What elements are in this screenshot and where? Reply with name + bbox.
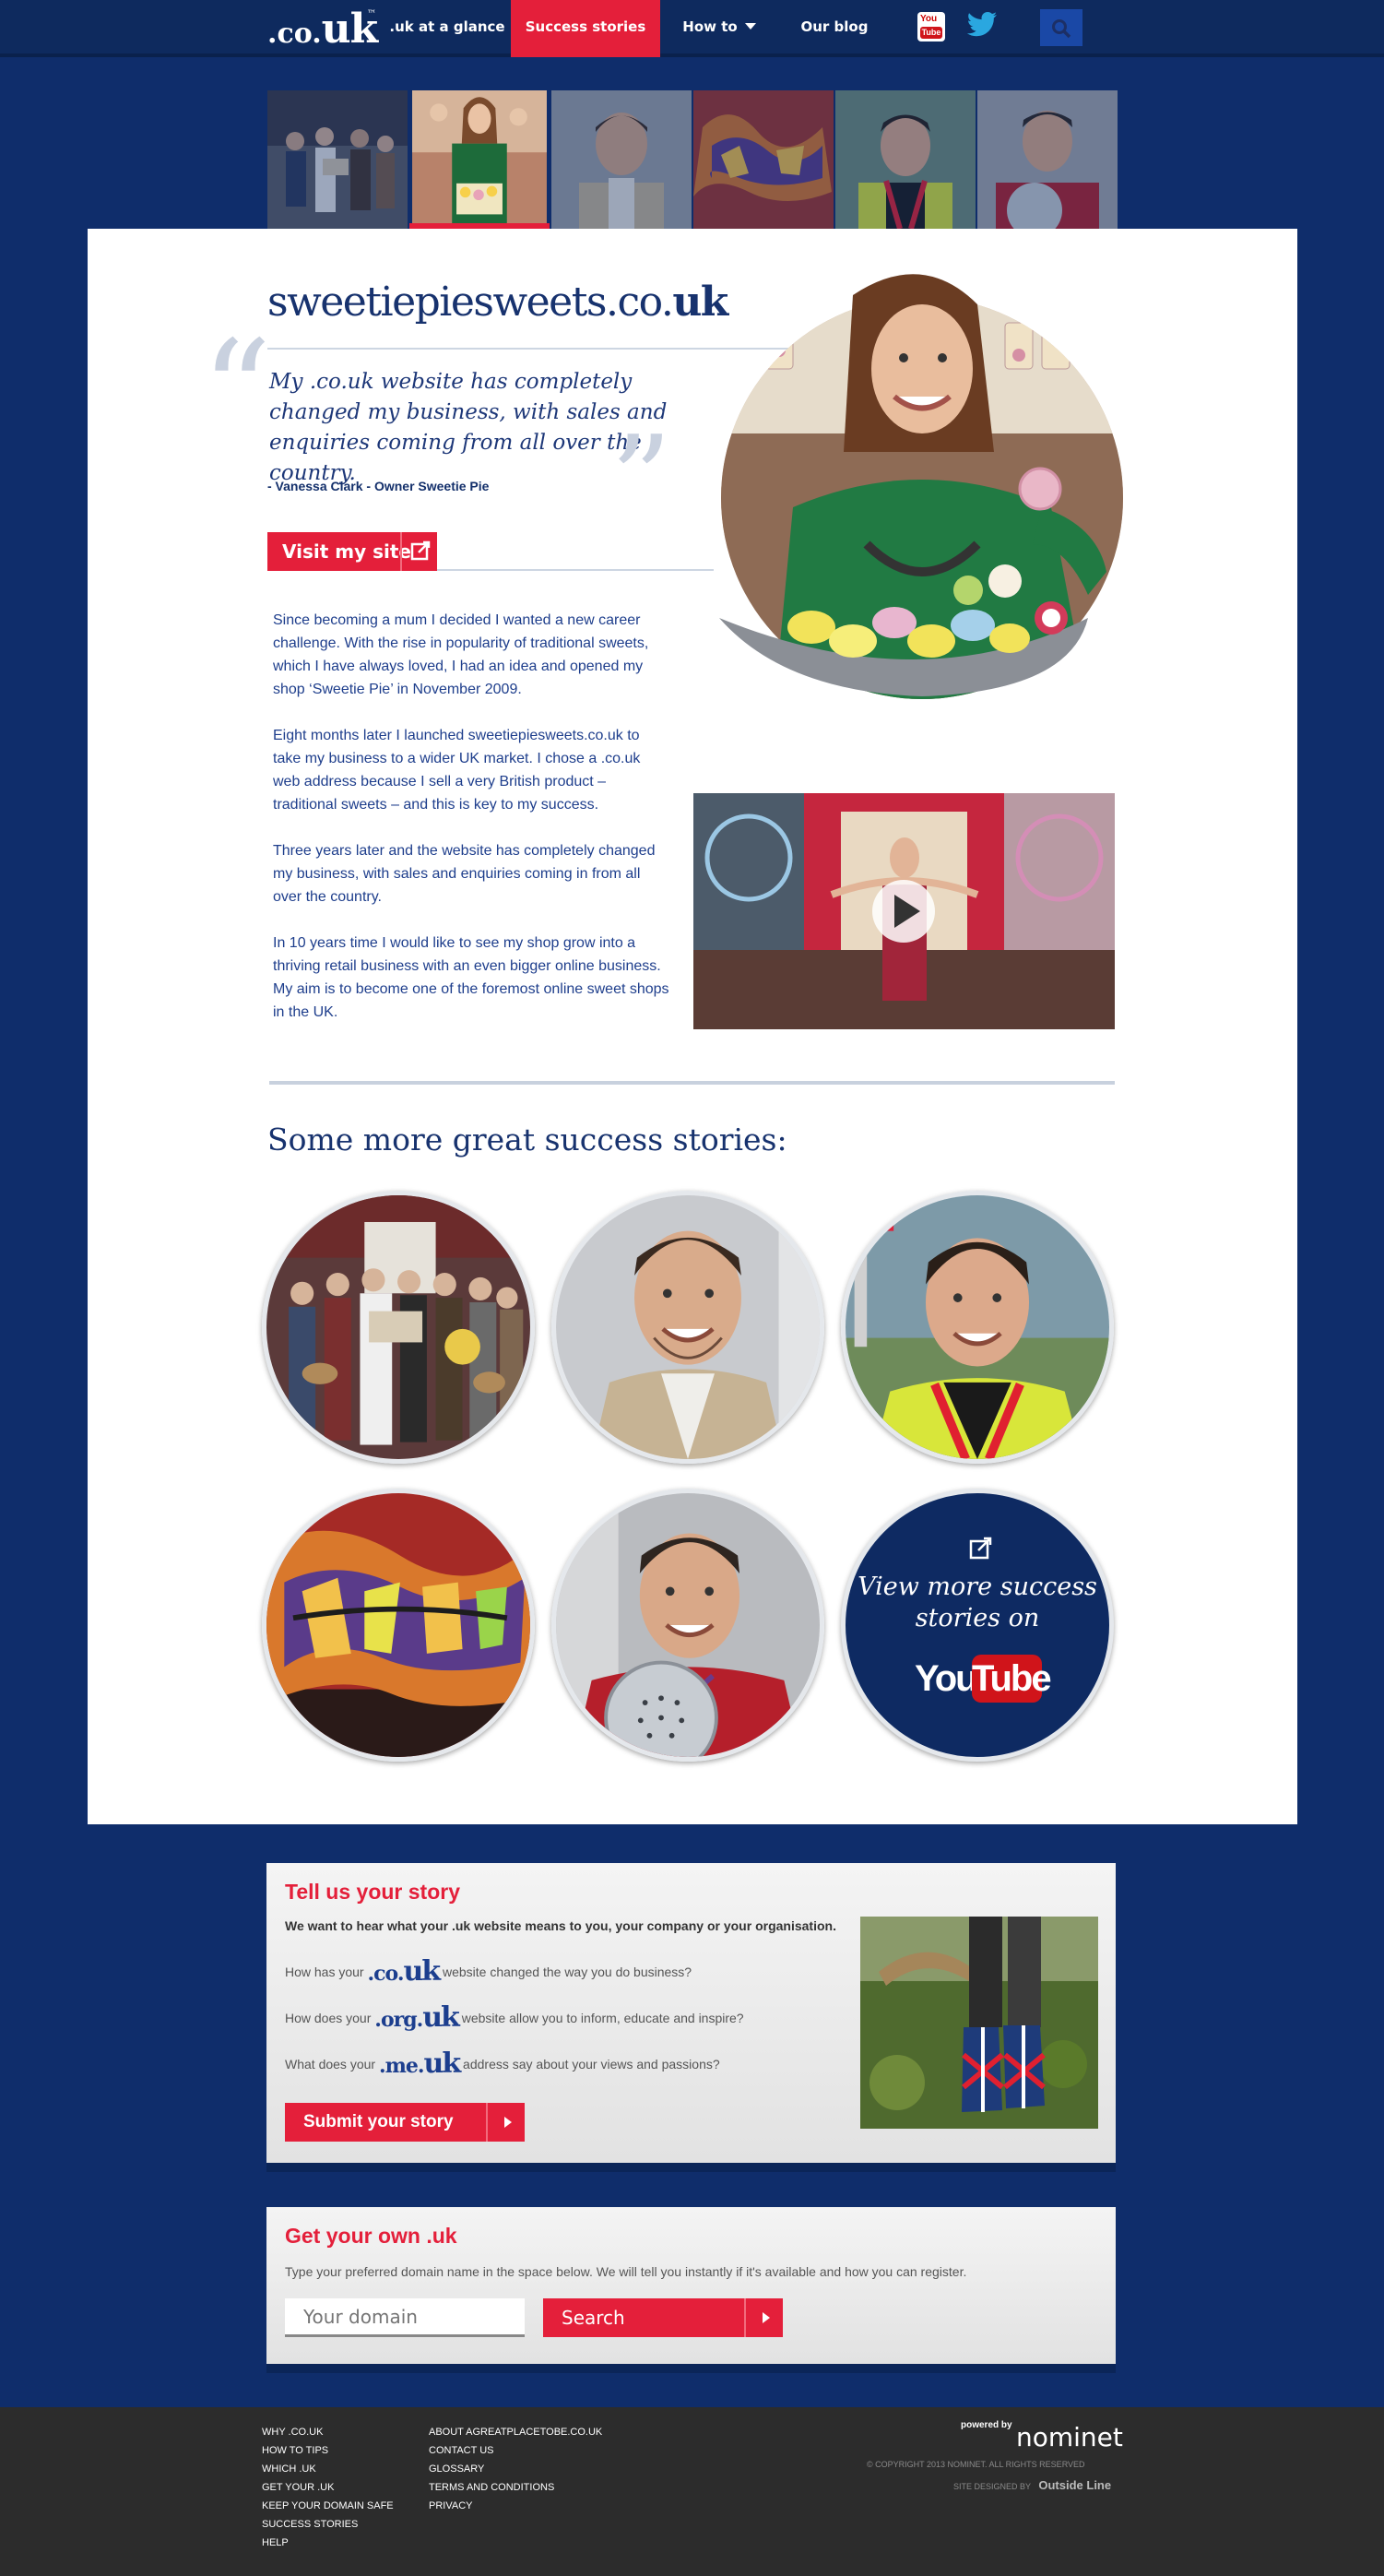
boots-photo bbox=[860, 1917, 1098, 2129]
footer-link-glossary[interactable]: GLOSSARY bbox=[429, 2463, 484, 2475]
logo-prefix: .co. bbox=[267, 18, 322, 50]
co-uk-logo: .co.uk bbox=[367, 1955, 441, 1988]
view-more-youtube-circle[interactable]: View more success stories on You Tube bbox=[841, 1489, 1114, 1762]
story-circle-group[interactable] bbox=[262, 1191, 535, 1464]
youtube-you: You bbox=[915, 1658, 978, 1699]
search-label: Search bbox=[562, 2307, 625, 2329]
question-org-uk: How does your .org.uk website allow you … bbox=[285, 2001, 744, 2034]
close-quote-icon: ” bbox=[610, 410, 672, 550]
q2-before: How does your bbox=[285, 2011, 372, 2025]
youtube-icon-top: You bbox=[920, 14, 938, 24]
footer-link-privacy[interactable]: PRIVACY bbox=[429, 2500, 472, 2511]
visit-my-site-button[interactable]: Visit my site bbox=[267, 532, 437, 571]
story-circle-suit-man[interactable] bbox=[551, 1191, 824, 1464]
q2-after: website allow you to inform, educate and… bbox=[461, 2011, 744, 2025]
story-paragraph-2: Eight months later I launched sweetiepie… bbox=[273, 728, 641, 813]
nominet-wordmark: nominet bbox=[1016, 2422, 1123, 2452]
question-co-uk: How has your .co.uk website changed the … bbox=[285, 1955, 692, 1988]
story-thumbnail-strip bbox=[267, 90, 1118, 229]
nav-success-stories[interactable]: Success stories bbox=[511, 0, 660, 57]
story-paragraph-4: In 10 years time I would like to see my … bbox=[273, 935, 669, 1020]
section-divider bbox=[269, 1081, 1115, 1085]
thumb-shower-man[interactable] bbox=[977, 90, 1118, 229]
designed-by-label: SITE DESIGNED BY bbox=[953, 2482, 1031, 2491]
footer-link-which-uk[interactable]: WHICH .UK bbox=[262, 2463, 316, 2475]
footer-link-terms[interactable]: TERMS AND CONDITIONS bbox=[429, 2482, 554, 2493]
footer-link-about[interactable]: ABOUT AGREATPLACETOBE.CO.UK bbox=[429, 2427, 602, 2438]
footer: WHY .CO.UK HOW TO TIPS WHICH .UK GET YOU… bbox=[0, 2407, 1384, 2576]
hero-portrait bbox=[701, 267, 1143, 701]
q1-before: How has your bbox=[285, 1965, 364, 1979]
story-circle-shower-man[interactable] bbox=[551, 1489, 824, 1762]
youtube-tube: Tube bbox=[972, 1655, 1052, 1703]
youtube-logo: You Tube bbox=[915, 1655, 1052, 1703]
search-icon bbox=[1052, 19, 1071, 39]
footer-link-how-to-tips[interactable]: HOW TO TIPS bbox=[262, 2445, 328, 2456]
nav-how-to-label: How to bbox=[682, 18, 738, 35]
arrow-right-icon bbox=[744, 2298, 783, 2337]
thumb-man-suit[interactable] bbox=[551, 90, 692, 229]
submit-label: Submit your story bbox=[303, 2112, 454, 2131]
thumb-hi-vis-man[interactable] bbox=[835, 90, 976, 229]
testimonial-byline: - Vanessa Clark - Owner Sweetie Pie bbox=[267, 479, 490, 493]
nav-our-blog[interactable]: Our blog bbox=[793, 0, 876, 57]
domain-input[interactable] bbox=[285, 2298, 525, 2337]
footer-link-contact[interactable]: CONTACT US bbox=[429, 2445, 494, 2456]
get-your-own-uk-box: Get your own .uk Type your preferred dom… bbox=[266, 2207, 1116, 2373]
org-uk-logo: .org.uk bbox=[374, 2001, 460, 2034]
site-name-prefix: sweetiepiesweets.co. bbox=[267, 279, 674, 326]
chevron-down-icon bbox=[744, 23, 756, 30]
search-button[interactable] bbox=[1040, 9, 1082, 46]
story-site-name: sweetiepiesweets.co.uk bbox=[267, 279, 728, 326]
designer-name[interactable]: Outside Line bbox=[1038, 2478, 1111, 2492]
copyright-text: © COPYRIGHT 2013 NOMINET. ALL RIGHTS RES… bbox=[867, 2460, 1085, 2469]
top-nav: .co.uk ™ .uk at a glance Success stories… bbox=[0, 0, 1384, 57]
tell-us-title: Tell us your story bbox=[285, 1880, 461, 1904]
get-uk-text: Type your preferred domain name in the s… bbox=[285, 2264, 967, 2279]
open-quote-icon: “ bbox=[201, 312, 272, 472]
tell-us-intro: We want to hear what your .uk website me… bbox=[285, 1918, 836, 1933]
nav-uk-at-a-glance[interactable]: .uk at a glance bbox=[387, 0, 507, 57]
view-more-text: View more success stories on bbox=[858, 1573, 1097, 1632]
nav-how-to[interactable]: How to bbox=[673, 0, 765, 57]
thumb-sweetie-pie[interactable] bbox=[409, 90, 550, 229]
youtube-icon[interactable]: You Tube bbox=[917, 12, 945, 42]
story-paragraph-3: Three years later and the website has co… bbox=[273, 843, 656, 905]
story-circle-hi-vis-man[interactable] bbox=[841, 1191, 1114, 1464]
footer-link-success-stories[interactable]: SUCCESS STORIES bbox=[262, 2519, 358, 2530]
story-paragraph-1: Since becoming a mum I decided I wanted … bbox=[273, 612, 649, 697]
thumb-graffiti[interactable] bbox=[693, 90, 834, 229]
divider bbox=[437, 569, 714, 571]
designed-by-text: SITE DESIGNED BY Outside Line bbox=[953, 2478, 1111, 2492]
site-logo[interactable]: .co.uk ™ bbox=[267, 6, 378, 53]
footer-link-why-co-uk[interactable]: WHY .CO.UK bbox=[262, 2427, 323, 2438]
external-link-icon bbox=[969, 1537, 992, 1560]
story-video[interactable] bbox=[693, 793, 1115, 1029]
youtube-icon-bottom: Tube bbox=[920, 27, 942, 39]
logo-tm: ™ bbox=[367, 9, 376, 19]
more-stories-title: Some more great success stories: bbox=[267, 1122, 787, 1157]
external-link-icon bbox=[400, 532, 437, 571]
domain-search-button[interactable]: Search bbox=[543, 2298, 783, 2337]
me-uk-logo: .me.uk bbox=[378, 2048, 461, 2080]
footer-link-help[interactable]: HELP bbox=[262, 2537, 289, 2548]
get-uk-title: Get your own .uk bbox=[285, 2224, 457, 2248]
submit-your-story-button[interactable]: Submit your story bbox=[285, 2103, 525, 2142]
footer-link-get-your-uk[interactable]: GET YOUR .UK bbox=[262, 2482, 334, 2493]
twitter-icon[interactable] bbox=[966, 11, 998, 39]
footer-link-keep-domain-safe[interactable]: KEEP YOUR DOMAIN SAFE bbox=[262, 2500, 394, 2511]
arrow-right-icon bbox=[486, 2103, 525, 2142]
q1-after: website changed the way you do business? bbox=[443, 1965, 692, 1979]
tell-us-your-story-box: Tell us your story We want to hear what … bbox=[266, 1863, 1116, 2172]
q3-after: address say about your views and passion… bbox=[463, 2057, 720, 2071]
thumb-group-photo[interactable] bbox=[267, 90, 408, 229]
q3-before: What does your bbox=[285, 2057, 376, 2071]
question-me-uk: What does your .me.uk address say about … bbox=[285, 2048, 720, 2080]
story-circle-graffiti[interactable] bbox=[262, 1489, 535, 1762]
powered-by-text: powered by bbox=[961, 2420, 1012, 2430]
visit-label: Visit my site bbox=[282, 540, 411, 563]
